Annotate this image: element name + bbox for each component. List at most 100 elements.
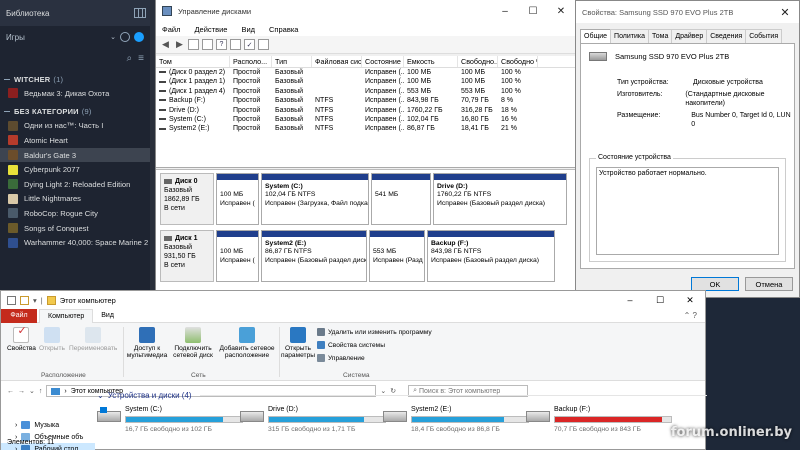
column-header[interactable] [538,56,576,67]
game-list-item[interactable]: Songs of Conquest [0,221,150,236]
game-list-item[interactable]: RoboCop: Rogue City [0,206,150,221]
expand-chevron-icon[interactable]: › [15,446,17,450]
properties-icon[interactable] [20,295,29,305]
uninstall-program-button[interactable]: Удалить или изменить программу [317,328,432,336]
partition[interactable]: 553 МБ Исправен (Разд [369,230,425,282]
properties-button[interactable]: ✓ Свойства [7,325,36,352]
partition[interactable]: System (C:) 102,04 ГБ NTFS Исправен (Загру… [261,173,369,225]
game-list-item[interactable]: Ведьмак 3: Дикая Охота [0,86,150,101]
column-header[interactable]: Располо... [230,56,272,67]
drive-tile[interactable]: System (C:) 16,7 ГБ свободно из 102 ГБ [97,405,243,434]
close-button[interactable]: ✕ [771,1,799,23]
view-icon[interactable] [230,39,241,50]
tab-computer[interactable]: Компьютер [39,308,94,323]
collapse-icon[interactable] [4,78,10,80]
games-filter-label[interactable]: Игры [6,33,25,42]
partition[interactable]: 541 МБ [371,173,431,225]
menu-item[interactable]: Справка [269,25,298,34]
chevron-down-icon[interactable]: ⌄ [97,391,104,400]
table-row[interactable]: Drive (D:) Простой Базовый NTFS Исправен (..… [156,106,576,115]
table-row[interactable]: (Диск 1 раздел 4) Простой Базовый Исправен … [156,87,576,96]
disk-label[interactable]: Диск 0 Базовый 1862,89 ГБ В сети [160,173,214,225]
disk-label[interactable]: Диск 1 Базовый 931,50 ГБ В сети [160,230,214,282]
partition[interactable]: Backup (F:) 843,98 ГБ NTFS Исправен (Базов… [427,230,555,282]
collapse-icon[interactable] [4,111,10,113]
game-list-item[interactable]: Baldur's Gate 3 [0,147,150,163]
partition[interactable]: 100 МБ Исправен ( [216,230,259,282]
tab-0[interactable]: Общие [580,29,612,43]
connect-icon[interactable] [258,39,269,50]
expand-chevron-icon[interactable]: › [15,422,17,429]
up-arrow-icon[interactable]: ↑ [39,388,43,395]
chevron-down-icon[interactable]: ⌄ [110,33,116,41]
recent-clock-icon[interactable] [120,32,130,42]
table-row[interactable]: System2 (E:) Простой Базовый NTFS Исправен (… [156,124,576,133]
tab-3[interactable]: Драйвер [671,29,708,43]
play-filter-icon[interactable] [134,32,144,42]
open-settings-button[interactable]: Открыть параметры [281,327,315,360]
chevron-down-icon[interactable]: ⌄ [29,387,35,395]
games-filter-row[interactable]: Игры ⌄ [0,26,150,48]
tab-5[interactable]: События [745,29,783,43]
category-witcher[interactable]: WITCHER (1) [0,72,150,86]
table-row[interactable]: (Диск 0 раздел 2) Простой Базовый Исправен … [156,68,576,77]
search-icon[interactable]: ⌕ [127,53,133,64]
column-header[interactable]: Файловая система [312,56,362,67]
table-row[interactable]: Backup (F:) Простой Базовый NTFS Исправен (.… [156,96,576,105]
forward-arrow-icon[interactable]: ▶ [174,39,185,50]
devices-section-header[interactable]: ⌄ Устройства и диски (4) [97,389,707,401]
chevron-down-icon[interactable]: ▾ [33,296,37,305]
menu-item[interactable]: Действие [194,25,227,34]
column-header[interactable]: Состояние [362,56,404,67]
quick-access-icon[interactable] [7,295,16,305]
forward-arrow-icon[interactable]: → [18,388,25,395]
tab-2[interactable]: Тома [648,29,673,43]
close-button[interactable]: ✕ [547,0,575,22]
tab-4[interactable]: Сведения [706,29,747,43]
partition[interactable]: 100 МБ Исправен ( [216,173,259,225]
menu-item[interactable]: Вид [241,25,255,34]
ribbon-collapse-icon[interactable]: ⌃ ? [684,311,697,320]
column-header[interactable]: Емкость [404,56,458,67]
back-arrow-icon[interactable]: ◀ [160,39,171,50]
drive-tile[interactable]: Drive (D:) 315 ГБ свободно из 1,71 ТБ [240,405,386,434]
menu-item[interactable]: Файл [162,25,180,34]
partition[interactable]: System2 (E:) 86,87 ГБ NTFS Исправен (Базов… [261,230,367,282]
game-list-item[interactable]: Warhammer 40,000: Space Marine 2 [0,235,150,250]
properties-icon[interactable] [202,39,213,50]
close-button[interactable]: ✕ [675,291,705,309]
system-properties-button[interactable]: Свойства системы [317,341,385,349]
table-row[interactable]: System (C:) Простой Базовый NTFS Исправен (.… [156,115,576,124]
help-icon[interactable]: ? [216,39,227,50]
column-header[interactable]: Тип [272,56,312,67]
manage-button[interactable]: Управление [317,354,365,362]
grid-view-icon[interactable] [134,8,146,18]
column-header[interactable]: Том [156,56,230,67]
tab-view[interactable]: Вид [93,309,122,323]
game-list-item[interactable]: Одни из нас™: Часть I [0,119,150,134]
column-header[interactable]: Свободно % [498,56,538,67]
maximize-button[interactable]: ☐ [519,0,547,22]
map-drive-button[interactable]: Подключить сетевой диск [171,327,215,360]
cancel-button[interactable]: Отмена [745,277,793,291]
tab-file[interactable]: Файл [1,308,37,323]
back-arrow-icon[interactable]: ← [7,388,14,395]
game-list-item[interactable]: Little Nightmares [0,192,150,207]
game-list-item[interactable]: Atomic Heart [0,133,150,148]
checklist-icon[interactable]: ✓ [244,39,255,50]
open-button[interactable]: Открыть [39,327,65,352]
add-network-location-button[interactable]: Добавить сетевое расположение [219,327,275,360]
game-list-item[interactable]: Cyberpunk 2077 [0,162,150,177]
console-tree-icon[interactable] [188,39,199,50]
partition[interactable]: Drive (D:) 1760,22 ГБ NTFS Исправен (Базов… [433,173,567,225]
tab-1[interactable]: Политика [610,29,650,43]
media-access-button[interactable]: Доступ к мультимедиа [125,327,169,360]
nav-item[interactable]: › Музыка [1,419,95,431]
column-header[interactable]: Свободно... [458,56,498,67]
rename-button[interactable]: Переименовать [69,327,117,352]
drive-tile[interactable]: System2 (E:) 18,4 ГБ свободно из 86,8 ГБ [383,405,529,434]
game-list-item[interactable]: Dying Light 2: Reloaded Edition [0,177,150,192]
drive-tile[interactable]: Backup (F:) 70,7 ГБ свободно из 843 ГБ [526,405,672,434]
ok-button[interactable]: OK [691,277,739,291]
minimize-button[interactable]: – [491,0,519,22]
